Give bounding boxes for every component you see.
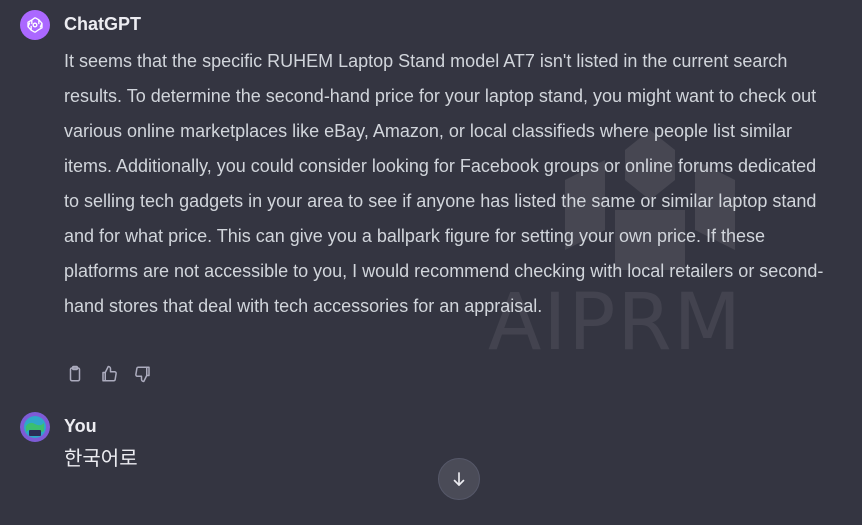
chat-page: AIPRM ChatGPT It seems that the specific… [0, 0, 862, 525]
message-actions [64, 363, 154, 385]
thumbs-up-button[interactable] [98, 363, 120, 385]
scroll-to-bottom-button[interactable] [438, 458, 480, 500]
thumbs-up-icon [102, 365, 117, 382]
copy-button[interactable] [64, 363, 86, 385]
user-author-name: You [64, 416, 97, 436]
user-avatar [20, 412, 50, 442]
thumbs-down-icon [135, 366, 150, 383]
thumbs-down-button[interactable] [132, 363, 154, 385]
user-avatar-icon [20, 412, 50, 442]
user-message-text: 한국어로 [64, 446, 138, 470]
copy-icon [69, 365, 81, 382]
openai-logo-icon [27, 17, 43, 33]
assistant-author-name: ChatGPT [64, 14, 142, 34]
assistant-message-text: It seems that the specific RUHEM Laptop … [64, 51, 824, 316]
chatgpt-avatar [20, 10, 50, 40]
arrow-down-icon [453, 472, 465, 486]
